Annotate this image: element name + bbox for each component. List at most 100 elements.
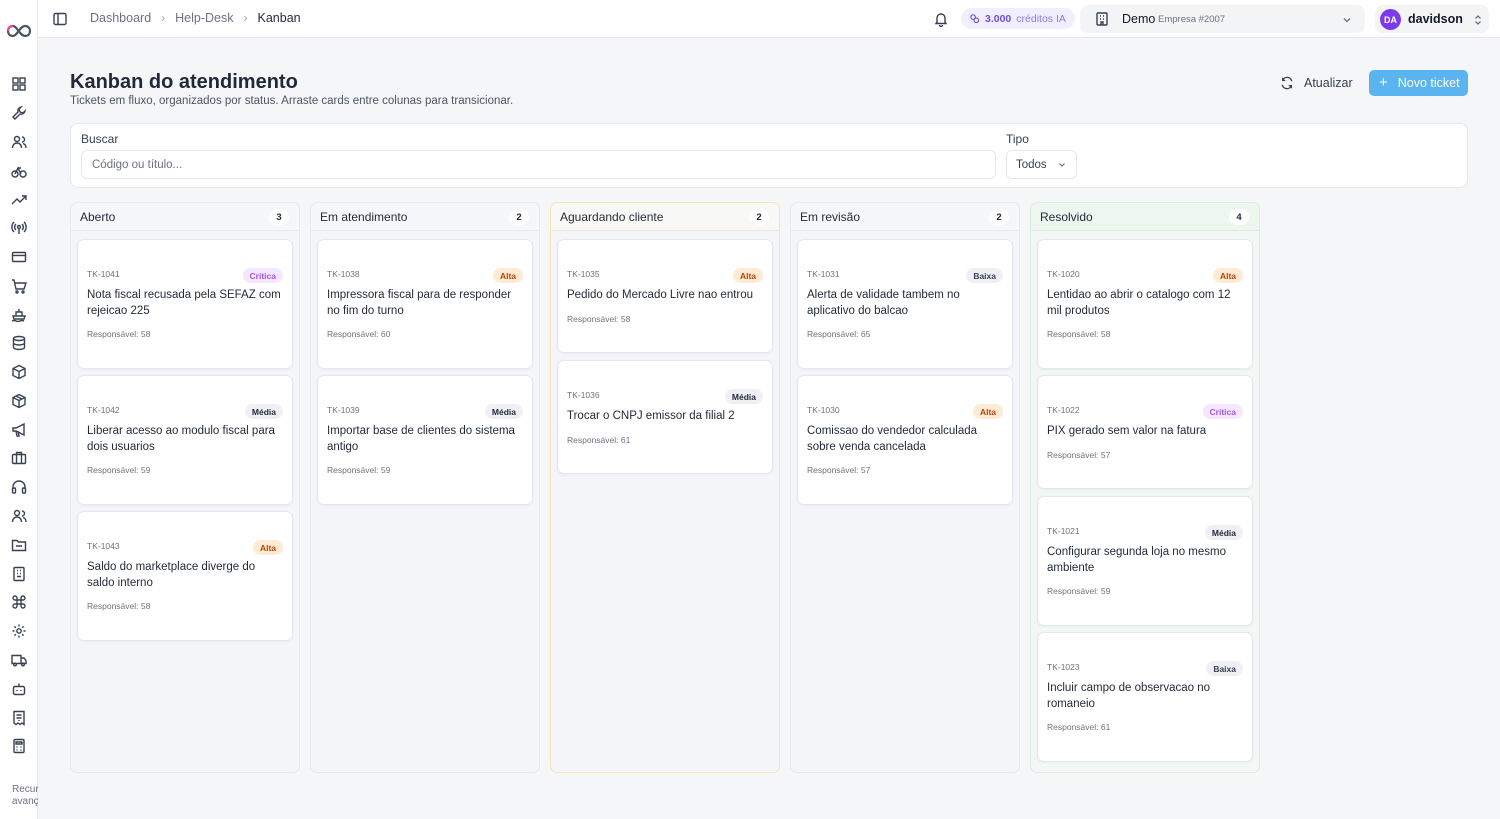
ticket-card[interactable]: TK-1039 Média Importar base de clientes … (317, 375, 533, 505)
breadcrumb-dashboard[interactable]: Dashboard (90, 11, 151, 25)
receipt-icon[interactable] (11, 710, 27, 726)
ai-credits-badge[interactable]: 3.000 créditos IA (961, 8, 1075, 29)
user-name: davidson (1408, 12, 1463, 26)
command-icon[interactable] (11, 594, 27, 610)
ticket-card[interactable]: TK-1035 Alta Pedido do Mercado Livre nao… (557, 239, 773, 353)
ticket-code: TK-1036 (567, 390, 600, 400)
trending-up-icon[interactable] (11, 192, 27, 208)
ticket-code: TK-1020 (1047, 269, 1080, 279)
search-input[interactable] (81, 150, 996, 179)
ticket-card[interactable]: TK-1043 Alta Saldo do marketplace diverg… (77, 511, 293, 641)
priority-badge: Média (724, 389, 763, 404)
ticket-title: PIX gerado sem valor na fatura (1047, 425, 1207, 437)
contacts-icon[interactable] (11, 508, 27, 524)
ticket-card[interactable]: TK-1038 Alta Impressora fiscal para de r… (317, 239, 533, 369)
ship-icon[interactable] (11, 306, 27, 322)
wrench-icon[interactable] (11, 105, 27, 121)
credit-card-icon[interactable] (11, 249, 27, 265)
ticket-card[interactable]: TK-1021 Média Configurar segunda loja no… (1037, 496, 1253, 626)
type-select-value: Todos (1016, 158, 1047, 171)
user-menu[interactable]: DA davidson (1375, 5, 1489, 33)
chevrons-up-down-icon (1472, 13, 1484, 25)
headset-icon[interactable] (11, 479, 27, 495)
breadcrumb-kanban: Kanban (257, 11, 301, 25)
bot-icon[interactable] (11, 681, 27, 697)
sidebar-footer-label[interactable]: Recursos avançados (12, 784, 38, 808)
sidebar: Recursos avançados (0, 0, 38, 819)
search-label: Buscar (81, 132, 119, 146)
megaphone-icon[interactable] (11, 422, 27, 438)
priority-badge: Crítica (1202, 404, 1243, 419)
ticket-card[interactable]: TK-1036 Média Trocar o CNPJ emissor da f… (557, 360, 773, 474)
ticket-assignee: Responsável: 61 (567, 435, 631, 445)
briefcase-icon[interactable] (11, 450, 27, 466)
breadcrumb-help-desk[interactable]: Help-Desk (175, 11, 233, 25)
ticket-card[interactable]: TK-1020 Alta Lentidao ao abrir o catalog… (1037, 239, 1253, 369)
folder-icon[interactable] (11, 537, 27, 553)
kanban-column-em-revisao[interactable]: Em revisão 2 TK-1031 Baixa Alerta de val… (790, 202, 1020, 773)
ticket-code: TK-1043 (87, 541, 120, 551)
calculator-icon[interactable] (11, 738, 27, 754)
ticket-assignee: Responsável: 59 (1047, 586, 1111, 596)
box-icon[interactable] (11, 364, 27, 380)
priority-badge: Alta (492, 268, 523, 283)
ticket-card[interactable]: TK-1022 Crítica PIX gerado sem valor na … (1037, 375, 1253, 489)
topbar: Dashboard › Help-Desk › Kanban 3.000 cré… (38, 0, 1500, 38)
ticket-card[interactable]: TK-1041 Crítica Nota fiscal recusada pel… (77, 239, 293, 369)
logo-icon[interactable] (6, 22, 32, 40)
ticket-assignee: Responsável: 58 (1047, 329, 1111, 339)
ticket-code: TK-1042 (87, 405, 120, 415)
kanban-column-em-atendimento[interactable]: Em atendimento 2 TK-1038 Alta Impressora… (310, 202, 540, 773)
building-icon[interactable] (11, 566, 27, 582)
ticket-title: Trocar o CNPJ emissor da filial 2 (567, 410, 735, 422)
settings-icon[interactable] (11, 623, 27, 639)
new-ticket-button[interactable]: + Novo ticket (1369, 70, 1468, 96)
ticket-card[interactable]: TK-1030 Alta Comissao do vendedor calcul… (797, 375, 1013, 505)
column-header: Aberto 3 (71, 203, 299, 231)
ticket-code: TK-1041 (87, 269, 120, 279)
column-count: 2 (749, 209, 769, 225)
kanban-column-resolvido[interactable]: Resolvido 4 TK-1020 Alta Lentidao ao abr… (1030, 202, 1260, 773)
grid-icon[interactable] (11, 76, 27, 92)
ticket-code: TK-1023 (1047, 662, 1080, 672)
ticket-code: TK-1035 (567, 269, 600, 279)
type-label: Tipo (1006, 132, 1029, 146)
database-icon[interactable] (11, 335, 27, 351)
kanban-column-aguardando-cliente[interactable]: Aguardando cliente 2 TK-1035 Alta Pedido… (550, 202, 780, 773)
column-title: Em revisão (800, 210, 861, 224)
ticket-title: Comissao do vendedor calculada sobre ven… (807, 425, 978, 453)
refresh-button[interactable]: Atualizar (1280, 72, 1353, 94)
page-title: Kanban do atendimento (70, 71, 298, 93)
cart-icon[interactable] (11, 278, 27, 294)
avatar: DA (1380, 9, 1401, 30)
ticket-card[interactable]: TK-1031 Baixa Alerta de validade tambem … (797, 239, 1013, 369)
ticket-title: Saldo do marketplace diverge do saldo in… (87, 561, 256, 589)
package-icon[interactable] (11, 393, 27, 409)
radio-icon[interactable] (11, 220, 27, 236)
new-ticket-label: Novo ticket (1397, 76, 1460, 90)
truck-icon[interactable] (11, 652, 27, 668)
bell-icon[interactable] (933, 11, 949, 28)
ticket-title: Importar base de clientes do sistema ant… (327, 425, 515, 453)
company-sub: Empresa #2007 (1158, 14, 1226, 25)
ticket-card[interactable]: TK-1023 Baixa Incluir campo de observaca… (1037, 632, 1253, 762)
type-select[interactable]: Todos (1006, 150, 1077, 179)
ticket-assignee: Responsável: 65 (807, 329, 871, 339)
column-count: 2 (509, 209, 529, 225)
users-icon[interactable] (11, 134, 27, 150)
ticket-title: Incluir campo de observacao no romaneio (1047, 682, 1211, 710)
sidebar-toggle-icon[interactable] (52, 11, 68, 27)
company-selector[interactable]: Demo Empresa #2007 (1080, 5, 1365, 33)
column-count: 2 (989, 209, 1009, 225)
column-count: 4 (1229, 209, 1249, 225)
ticket-assignee: Responsável: 60 (327, 329, 391, 339)
priority-badge: Baixa (966, 268, 1003, 283)
building-icon (1094, 11, 1110, 27)
ticket-title: Lentidao ao abrir o catalogo com 12 mil … (1047, 289, 1231, 317)
ticket-card[interactable]: TK-1042 Média Liberar acesso ao modulo f… (77, 375, 293, 505)
bike-icon[interactable] (11, 163, 27, 179)
sparkles-icon (970, 14, 980, 24)
kanban-column-aberto[interactable]: Aberto 3 TK-1041 Crítica Nota fiscal rec… (70, 202, 300, 773)
column-header: Aguardando cliente 2 (551, 203, 779, 231)
column-header: Em atendimento 2 (311, 203, 539, 231)
